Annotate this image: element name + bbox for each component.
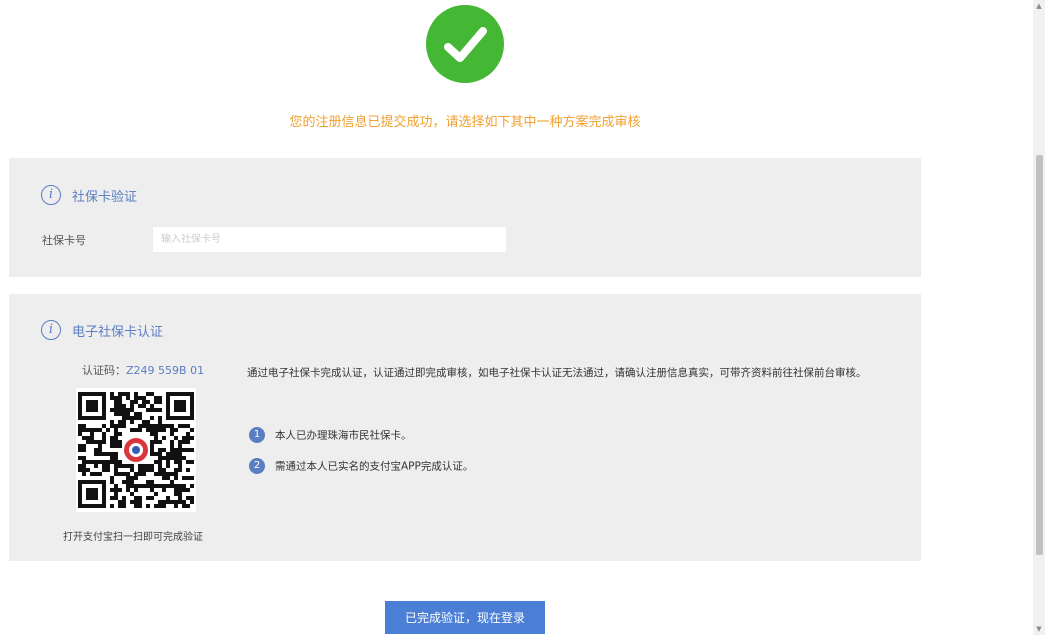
vertical-scrollbar[interactable]: ▲ ▼ <box>1033 0 1045 635</box>
success-message: 您的注册信息已提交成功，请选择如下其中一种方案完成审核 <box>289 115 641 130</box>
info-icon: i <box>41 320 61 340</box>
step-text: 需通过本人已实名的支付宝APP完成认证。 <box>275 460 474 473</box>
social-card-number-input[interactable] <box>153 227 506 252</box>
step-item-2: 2 需通过本人已实名的支付宝APP完成认证。 <box>249 458 473 474</box>
step-item-1: 1 本人已办理珠海市民社保卡。 <box>249 427 412 443</box>
panel-title-social-card: 社保卡验证 <box>72 190 138 205</box>
qr-code[interactable] <box>76 388 196 512</box>
description-text: 通过电子社保卡完成认证，认证通过即完成审核，如电子社保卡认证无法通过，请确认注册… <box>247 367 867 379</box>
scroll-up-arrow-icon[interactable]: ▲ <box>1033 0 1045 12</box>
auth-code: 认证码：Z249 559B 01 <box>82 362 204 378</box>
step-text: 本人已办理珠海市民社保卡。 <box>275 429 412 442</box>
success-checkmark-icon <box>426 5 504 83</box>
qr-code-icon <box>78 392 194 508</box>
info-icon: i <box>41 185 61 205</box>
scroll-down-arrow-icon[interactable]: ▼ <box>1033 623 1045 635</box>
auth-code-value: Z249 559B 01 <box>126 364 205 377</box>
scrollbar-thumb[interactable] <box>1036 155 1043 555</box>
step-number: 2 <box>249 458 265 474</box>
qr-caption: 打开支付宝扫一扫即可完成验证 <box>63 532 203 543</box>
panel-title-e-social-card: 电子社保卡认证 <box>72 325 164 340</box>
step-number: 1 <box>249 427 265 443</box>
auth-code-label: 认证码： <box>82 364 126 377</box>
social-card-panel: i 社保卡验证 社保卡号 <box>9 158 921 277</box>
login-button[interactable]: 已完成验证，现在登录 <box>385 601 545 634</box>
e-social-card-panel: i 电子社保卡认证 认证码：Z249 559B 01 打开支付宝扫一扫即可完成验… <box>9 294 921 561</box>
social-card-number-label: 社保卡号 <box>42 234 86 247</box>
checkmark-icon <box>444 27 487 62</box>
